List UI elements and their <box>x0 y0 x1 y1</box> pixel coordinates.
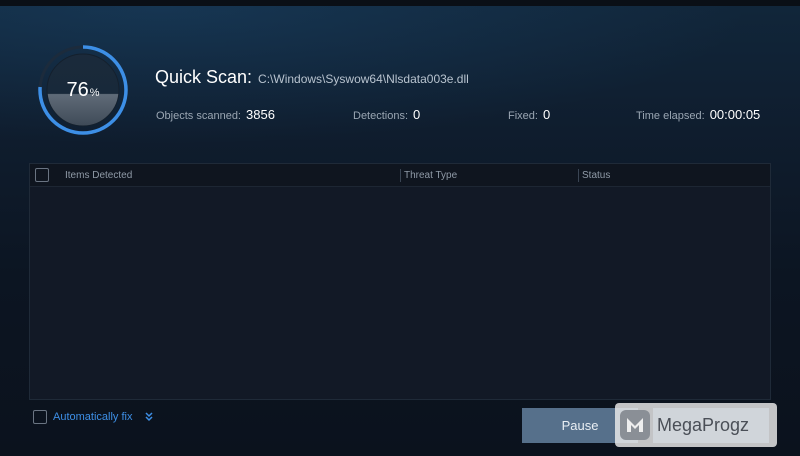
watermark-logo-icon <box>620 410 650 440</box>
column-divider <box>578 169 579 182</box>
objects-scanned-stat: Objects scanned: 3856 <box>156 107 275 122</box>
column-items-detected[interactable]: Items Detected <box>65 170 132 181</box>
fixed-value: 0 <box>542 107 551 122</box>
column-divider <box>400 169 401 182</box>
column-threat-type[interactable]: Threat Type <box>404 170 457 181</box>
scan-window: 76% Quick Scan: C:\Windows\Syswow64\Nlsd… <box>0 0 800 456</box>
detections-stat: Detections: 0 <box>353 107 420 122</box>
table-header: Items Detected Threat Type Status <box>30 164 770 187</box>
select-all-checkbox[interactable] <box>35 168 49 182</box>
scan-title: Quick Scan: C:\Windows\Syswow64\Nlsdata0… <box>155 67 469 88</box>
time-elapsed-value: 00:00:05 <box>709 107 761 122</box>
progress-ring: 76% <box>37 44 129 136</box>
column-status[interactable]: Status <box>582 170 610 181</box>
detections-value: 0 <box>413 107 421 122</box>
current-file-path: C:\Windows\Syswow64\Nlsdata003e.dll <box>258 72 469 86</box>
progress-readout: 76% <box>37 44 129 136</box>
detections-label: Detections: <box>353 110 409 122</box>
automatically-fix-checkbox[interactable] <box>33 410 47 424</box>
fixed-label: Fixed: <box>508 110 538 122</box>
progress-unit: % <box>89 87 100 99</box>
progress-percent: 76 <box>66 78 89 101</box>
objects-scanned-value: 3856 <box>246 107 275 122</box>
automatically-fix-option[interactable]: Automatically fix <box>33 410 154 424</box>
fixed-stat: Fixed: 0 <box>508 107 550 122</box>
scan-type-label: Quick Scan: <box>155 67 253 87</box>
time-elapsed-stat: Time elapsed: 00:00:05 <box>636 107 760 122</box>
automatically-fix-label[interactable]: Automatically fix <box>53 411 132 423</box>
double-chevron-down-icon[interactable] <box>144 411 154 423</box>
detections-table: Items Detected Threat Type Status <box>29 163 771 400</box>
watermark-text: MegaProgz <box>657 414 750 435</box>
time-elapsed-label: Time elapsed: <box>636 110 705 122</box>
objects-scanned-label: Objects scanned: <box>156 110 241 122</box>
table-body[interactable] <box>30 188 770 399</box>
watermark: MegaProgz <box>615 403 777 447</box>
